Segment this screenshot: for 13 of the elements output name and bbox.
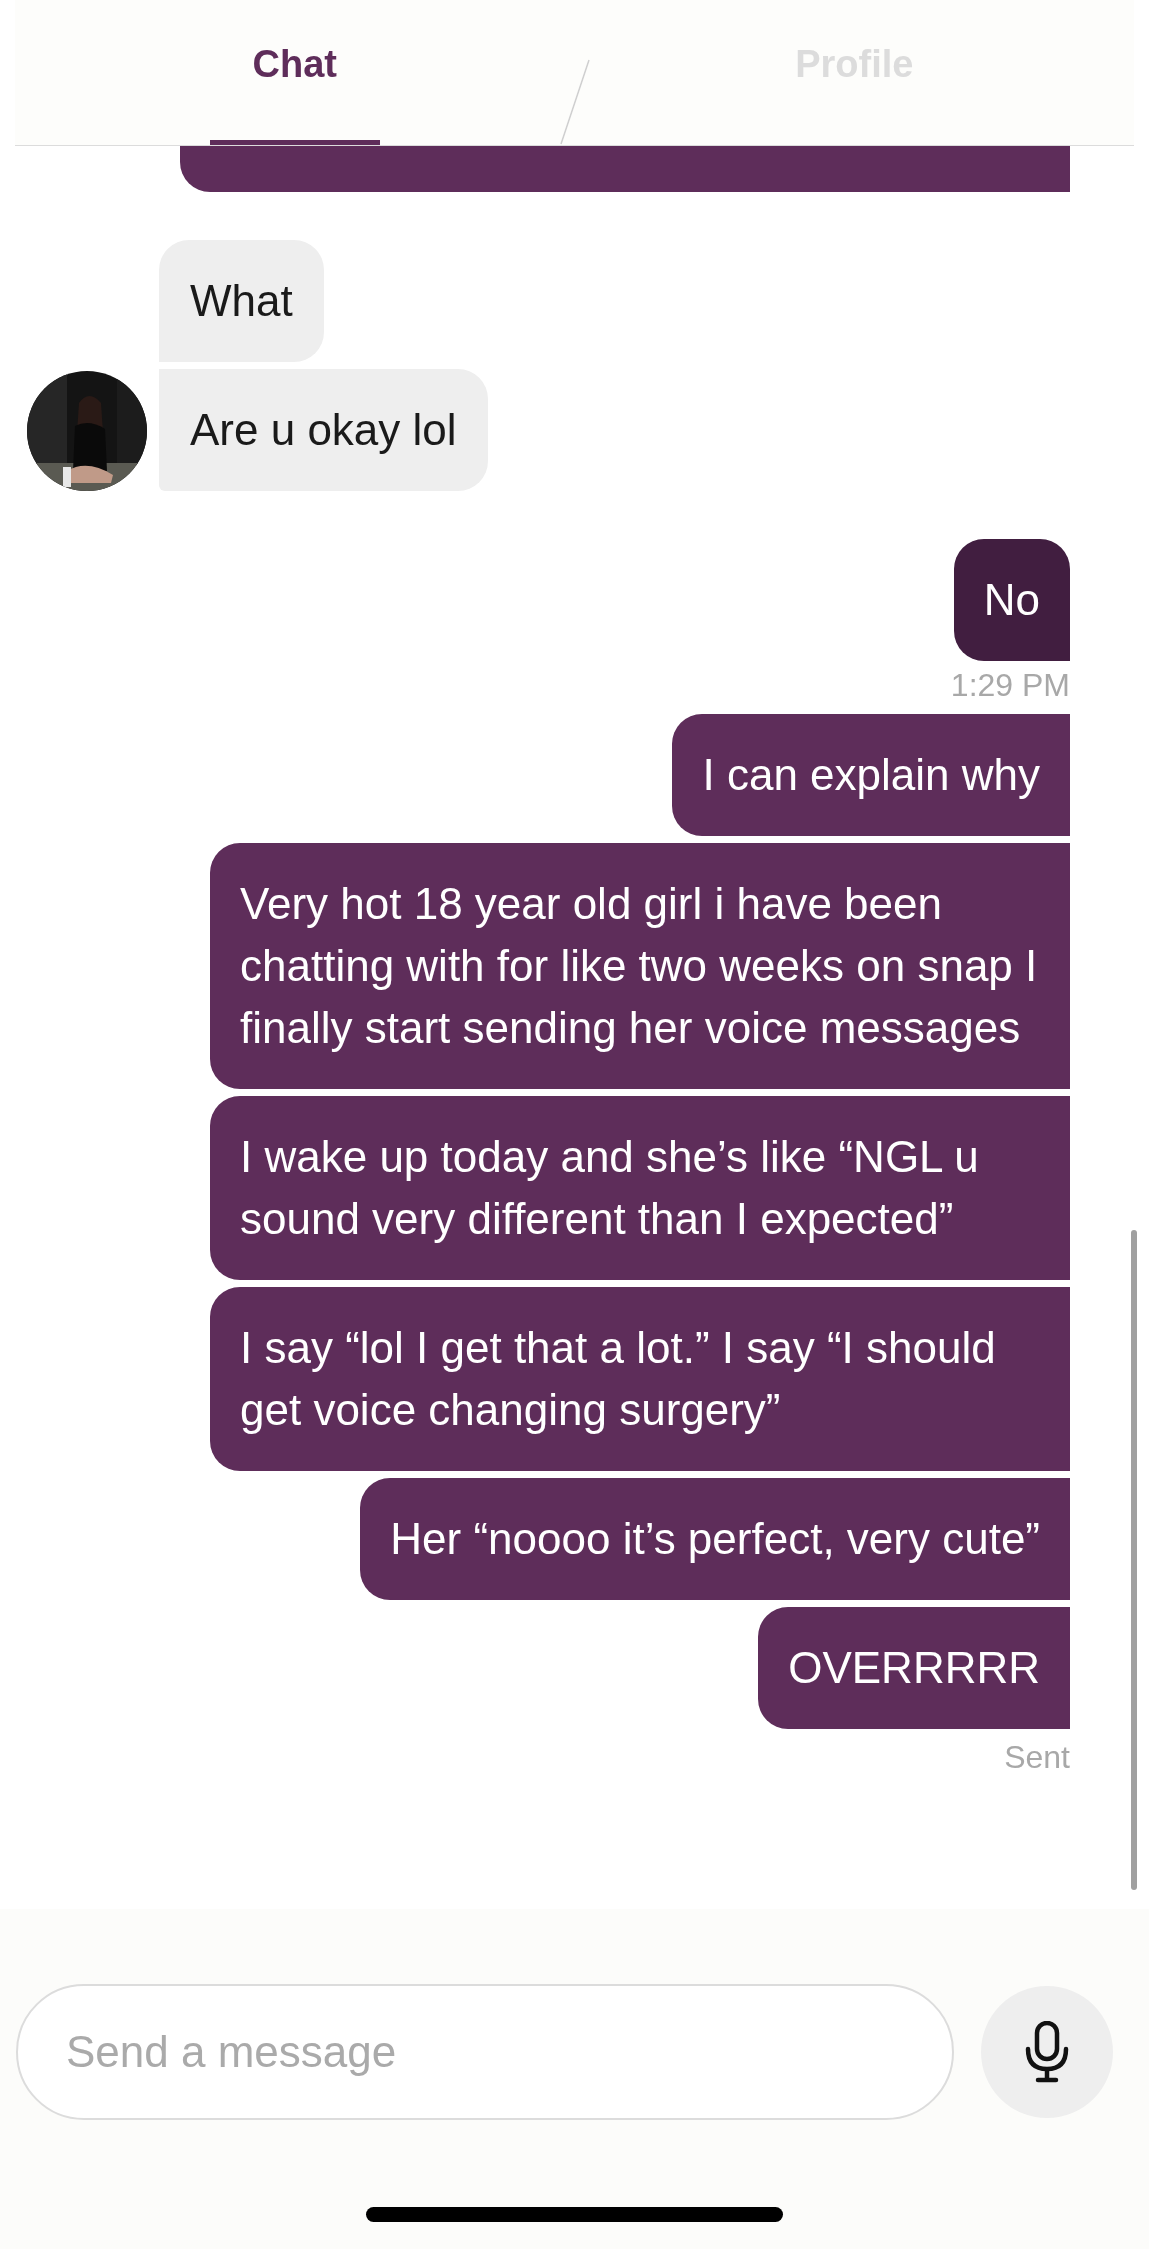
message-bubble: I wake up today and she’s like “NGL u sound very different than I expected” (210, 1096, 1070, 1280)
message-bubble: Are u okay lol (159, 369, 488, 491)
message-bubble: No (953, 539, 1070, 661)
message-bubble: I say “lol I get that a lot.” I say “I should get voice changing surgery” (210, 1287, 1070, 1471)
message-bubble: I can explain why (672, 714, 1070, 836)
message-bubble: Her “noooo it’s perfect, very cute” (360, 1478, 1070, 1600)
message-bubble: What (159, 240, 324, 362)
message-time: 1:29 PM (950, 666, 1070, 705)
message-bubble: Very hot 18 year old girl i have been chatting with for like two weeks on snap I finally start sending her voice messages (210, 843, 1070, 1089)
microphone-icon (1024, 2021, 1070, 2083)
message-bubble: OVERRRRR (758, 1607, 1070, 1729)
delivery-status: Sent (1004, 1738, 1070, 1777)
message-field[interactable]: Send a message (16, 1984, 954, 2120)
